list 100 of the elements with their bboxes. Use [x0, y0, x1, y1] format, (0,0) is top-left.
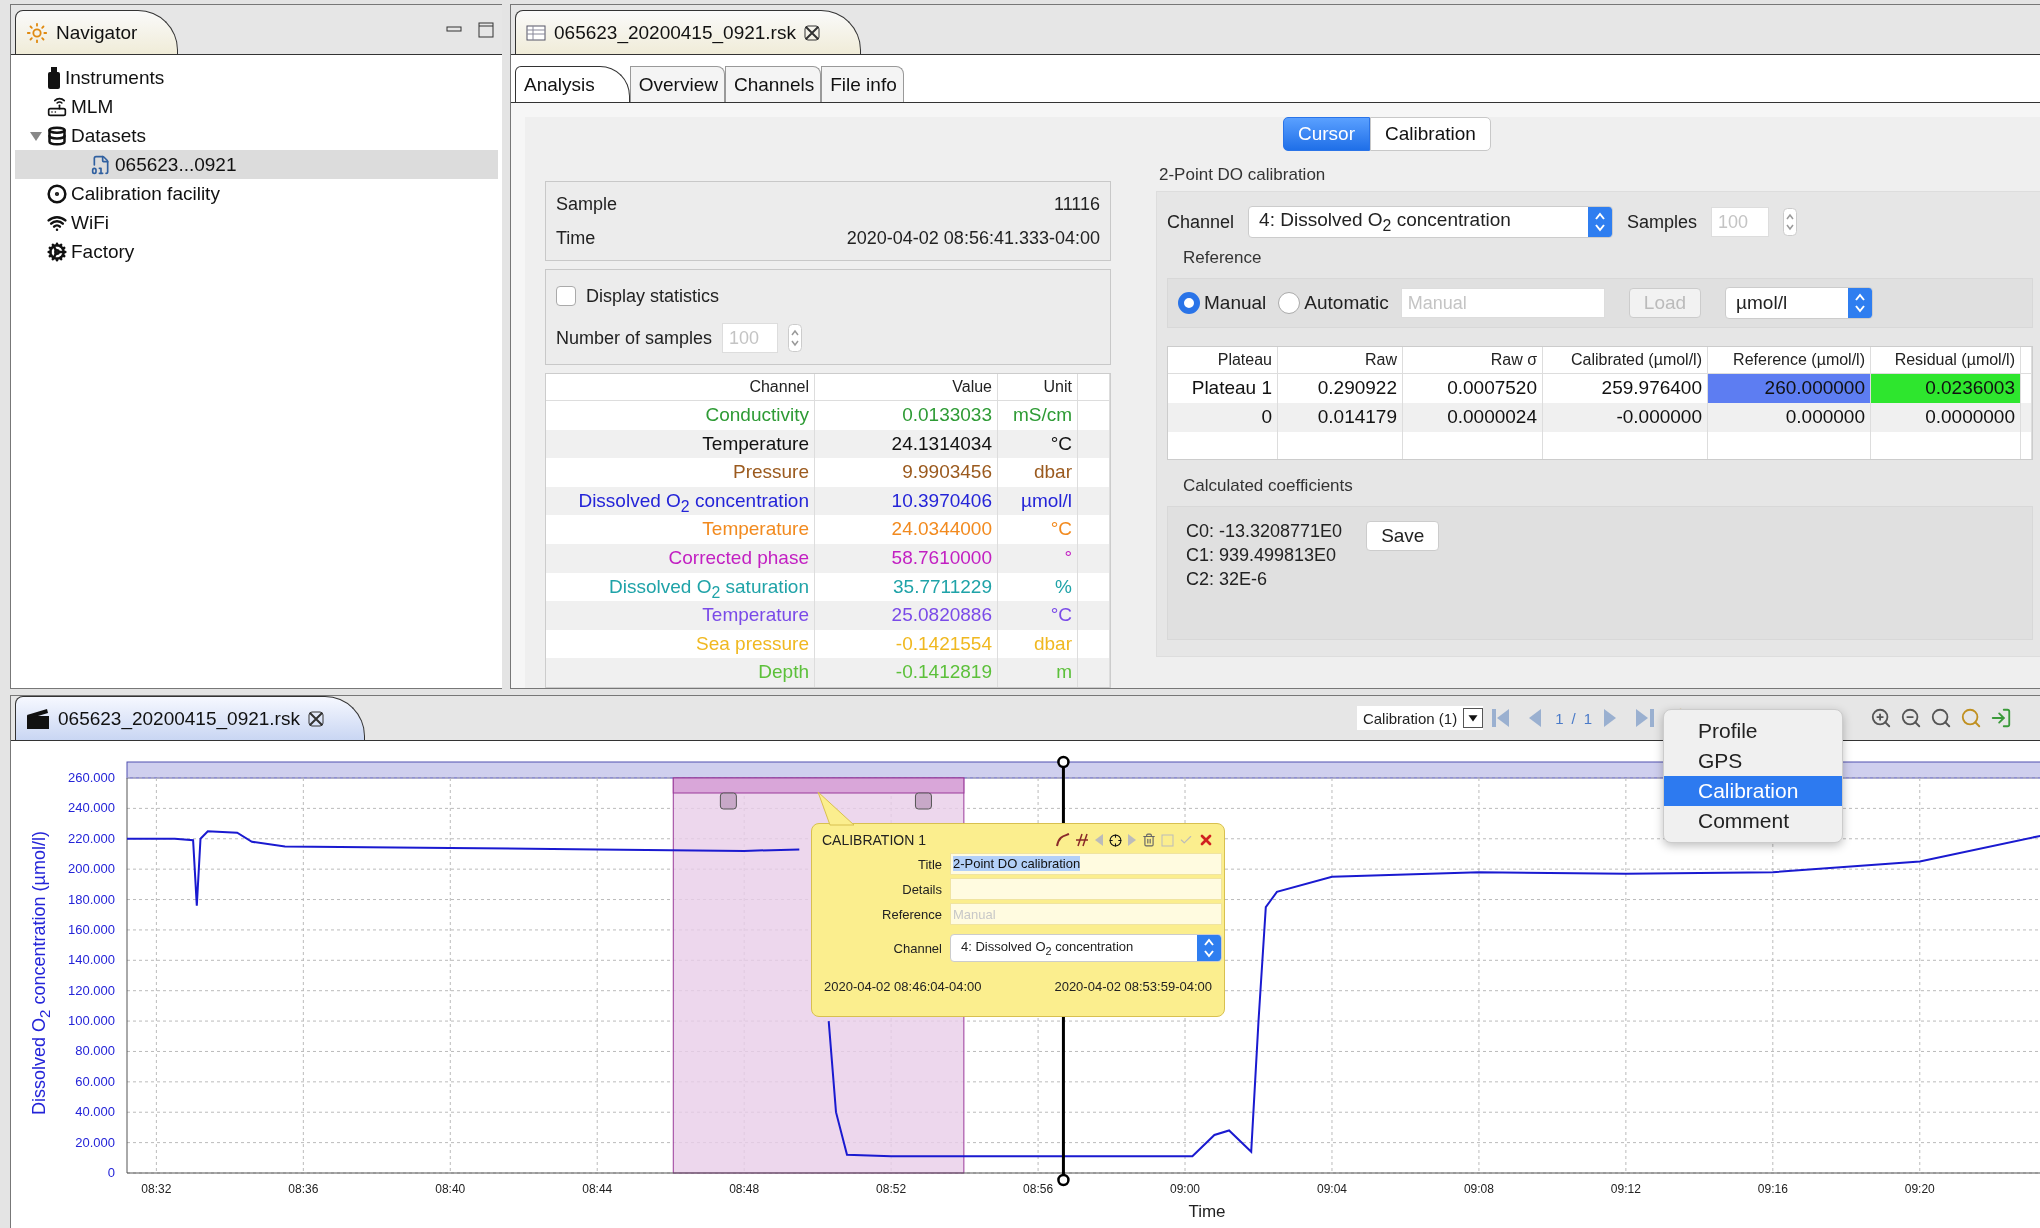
y-tick-label: 80.000 — [75, 1043, 115, 1059]
import-icon[interactable] — [1990, 707, 2012, 729]
zoom-in-icon[interactable] — [1870, 707, 1892, 729]
tree-item[interactable]: WiFi — [15, 208, 498, 237]
y-tick-label: 260.000 — [68, 770, 115, 785]
x-tick-label: 08:36 — [288, 1182, 319, 1196]
coefficient-text: C2: 32E-6 — [1186, 569, 1269, 590]
field-label: Time — [556, 227, 596, 249]
y-tick-label: 0 — [107, 1165, 115, 1180]
table-icon — [526, 24, 546, 41]
radio-option[interactable]: Automatic — [1278, 292, 1389, 314]
group-title: Calculated coefficients — [1182, 476, 1354, 497]
tree-item[interactable]: Factory — [15, 237, 498, 266]
left-arrow-icon[interactable] — [1094, 834, 1104, 846]
spinner-arrows-icon[interactable] — [788, 324, 803, 352]
table-cell: ° — [998, 543, 1078, 573]
gears-icon — [47, 241, 67, 262]
table-cell: 58.7610000 — [815, 543, 998, 573]
tab[interactable]: Overview — [629, 66, 725, 102]
title-field[interactable]: 2-Point DO calibration — [950, 853, 1222, 875]
field-label: Channel — [892, 940, 942, 956]
field-label: Title — [916, 856, 942, 872]
tree-item[interactable]: Datasets — [15, 121, 498, 150]
y-tick-label: 40.000 — [75, 1104, 115, 1120]
reference-field[interactable]: Manual — [1400, 288, 1605, 318]
maximize-icon[interactable] — [478, 21, 494, 38]
check-icon[interactable] — [1179, 833, 1193, 847]
page-count: 1 — [1583, 709, 1592, 727]
tab[interactable]: File info — [821, 66, 904, 102]
y-tick-label: 200.000 — [68, 861, 115, 877]
clapperboard-icon — [26, 707, 50, 730]
field-label: Sample — [556, 193, 618, 215]
coefficient-text: C1: 939.499813E0 — [1186, 545, 1338, 566]
y-tick-label: 20.000 — [75, 1134, 115, 1150]
plot-tab[interactable]: 065623_20200415_0921.rsk — [15, 696, 365, 740]
details-field[interactable] — [950, 878, 1222, 900]
checkbox[interactable] — [556, 286, 576, 306]
page-separator: / — [1571, 709, 1576, 727]
sun-icon — [26, 21, 48, 44]
table-cell: 0.0133033 — [815, 401, 998, 430]
tree-item[interactable]: 065623...0921 — [15, 150, 498, 179]
spinner-arrows-icon[interactable] — [1783, 208, 1798, 236]
table-cell: Conductivity — [546, 401, 815, 430]
unit-select[interactable]: µmol/l — [1725, 287, 1874, 319]
device-icon — [47, 96, 67, 117]
save-button[interactable]: Save — [1366, 521, 1440, 551]
field-label: Samples — [1627, 211, 1698, 233]
channel-select[interactable]: 4: Dissolved O$_{2}$ concentration — [1248, 206, 1614, 238]
tree-item[interactable]: MLM — [15, 92, 498, 121]
radio-option[interactable]: Manual — [1178, 292, 1267, 314]
close-icon[interactable] — [803, 24, 820, 41]
tab[interactable]: Channels — [724, 66, 822, 102]
field-value: 11116 — [1053, 193, 1100, 215]
navigator-tab[interactable]: Navigator — [15, 10, 179, 54]
target-icon — [47, 183, 67, 204]
filter-dropdown[interactable]: Calibration (1) — [1356, 706, 1484, 730]
zoom-out-icon[interactable] — [1900, 707, 1922, 729]
x-tick-label: 08:44 — [582, 1182, 613, 1196]
y-tick-label: 160.000 — [68, 921, 115, 937]
crosshair-icon[interactable] — [1109, 833, 1122, 847]
group-title: Reference — [1182, 248, 1263, 269]
table-cell: Pressure — [546, 458, 815, 487]
editor-tab[interactable]: 065623_20200415_0921.rsk — [515, 10, 861, 54]
table-cell: mS/cm — [998, 401, 1078, 430]
mode-toggle[interactable]: Calibration — [1370, 117, 1491, 151]
table-cell: m — [998, 658, 1078, 687]
menu-item[interactable]: Calibration — [1664, 776, 1842, 806]
x-tick-label: 08:56 — [1023, 1182, 1054, 1196]
y-tick-label: 120.000 — [68, 982, 115, 998]
table-cell: 25.0820886 — [815, 601, 998, 630]
table-cell: °C — [998, 515, 1078, 544]
table-cell: Corrected phase — [546, 543, 815, 573]
menu-item[interactable]: GPS — [1664, 746, 1842, 776]
table-cell: Temperature — [546, 515, 815, 544]
x-tick-label: 09:00 — [1170, 1182, 1201, 1196]
y-tick-label: 180.000 — [68, 891, 115, 907]
tree-item[interactable]: Calibration facility — [15, 179, 498, 208]
x-tick-label: 08:32 — [141, 1182, 172, 1196]
checkbox-label: Display statistics — [586, 285, 720, 307]
channel-select[interactable]: 4: Dissolved O$_{2}$ concentration — [950, 934, 1222, 962]
coefficient-text: C0: -13.3208771E0 — [1186, 521, 1343, 542]
end-time: 2020-04-02 08:53:59-04:00 — [1054, 979, 1212, 994]
lines-icon[interactable] — [1075, 833, 1089, 847]
menu-item[interactable]: Profile — [1664, 716, 1842, 746]
field-label: Channel — [1167, 211, 1235, 233]
curve-icon[interactable] — [1056, 833, 1070, 847]
trash-icon[interactable] — [1142, 833, 1156, 847]
select-arrows-icon — [1197, 935, 1221, 961]
right-arrow-icon[interactable] — [1127, 834, 1137, 846]
x-tick-label: 09:20 — [1904, 1182, 1935, 1196]
close-icon[interactable] — [307, 710, 324, 727]
tab[interactable]: Analysis — [515, 66, 630, 102]
menu-item[interactable]: Comment — [1664, 806, 1842, 836]
table-cell: Temperature — [546, 601, 815, 630]
search-icon[interactable] — [1930, 707, 1952, 729]
bottle-icon — [47, 66, 61, 89]
field-value: 2020-04-02 08:56:41.333-04:00 — [846, 227, 1100, 249]
x-tick-label: 09:16 — [1757, 1182, 1788, 1196]
mode-toggle[interactable]: Cursor — [1283, 117, 1370, 151]
tree-item[interactable]: Instruments — [15, 63, 498, 92]
